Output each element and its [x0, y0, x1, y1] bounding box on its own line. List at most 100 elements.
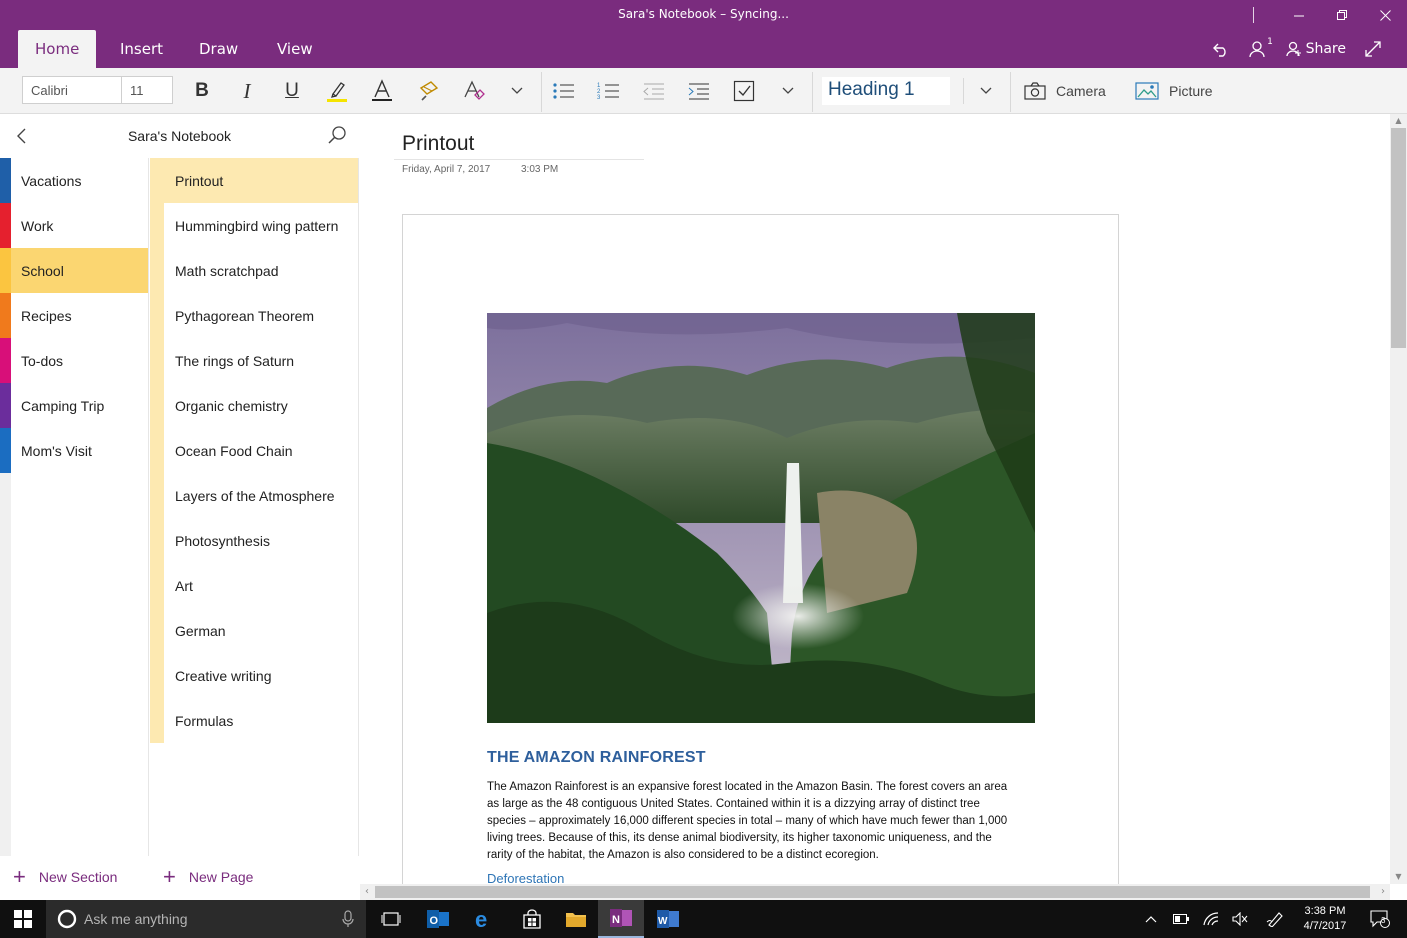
battery-button[interactable] [1166, 900, 1196, 938]
page-item-saturn[interactable]: The rings of Saturn [150, 338, 358, 383]
format-painter-button[interactable] [412, 76, 446, 106]
clear-formatting-button[interactable] [457, 76, 491, 106]
highlight-button[interactable] [320, 76, 354, 106]
pen-workspace-button[interactable] [1260, 900, 1290, 938]
svg-text:W: W [658, 916, 668, 927]
page-time: 3:03 PM [521, 164, 559, 175]
camera-button[interactable]: Camera [1024, 76, 1114, 106]
page-item-math-scratchpad[interactable]: Math scratchpad [150, 248, 358, 293]
page-item-hummingbird[interactable]: Hummingbird wing pattern [150, 203, 358, 248]
increase-indent-button[interactable] [682, 76, 716, 106]
page-canvas[interactable]: Printout Friday, April 7, 2017 3:03 PM T… [360, 114, 1390, 884]
section-item-camping-trip[interactable]: Camping Trip [0, 383, 148, 428]
scroll-down-arrow-icon[interactable]: ▼ [1390, 870, 1407, 884]
todo-tag-button[interactable] [727, 76, 761, 106]
tab-insert[interactable]: Insert [103, 30, 180, 68]
scroll-up-arrow-icon[interactable]: ▲ [1390, 114, 1407, 128]
deforestation-link[interactable]: Deforestation [487, 871, 564, 884]
fullscreen-button[interactable] [1358, 30, 1388, 68]
wifi-button[interactable] [1196, 900, 1226, 938]
folder-icon [566, 913, 586, 927]
decrease-indent-button[interactable] [637, 76, 671, 106]
show-hidden-icons-button[interactable] [1136, 900, 1166, 938]
bullets-button[interactable] [547, 76, 581, 106]
section-label: Vacations [21, 172, 82, 189]
section-item-vacations[interactable]: Vacations [0, 158, 148, 203]
underline-button[interactable]: U [275, 76, 309, 106]
word-taskbar-button[interactable]: W [645, 900, 691, 938]
section-item-recipes[interactable]: Recipes [0, 293, 148, 338]
notebook-name[interactable]: Sara's Notebook [0, 128, 359, 144]
start-button[interactable] [0, 900, 46, 938]
file-explorer-taskbar-button[interactable] [553, 900, 599, 938]
page-item-printout[interactable]: Printout [150, 158, 358, 203]
onenote-taskbar-button[interactable]: N [598, 900, 644, 938]
horizontal-scroll-thumb[interactable] [375, 886, 1370, 898]
edge-taskbar-button[interactable]: e [461, 900, 507, 938]
printout-document[interactable]: THE AMAZON RAINFOREST The Amazon Rainfor… [402, 214, 1119, 884]
battery-icon [1173, 914, 1189, 924]
section-item-moms-visit[interactable]: Mom's Visit [0, 428, 148, 473]
share-button[interactable]: Share [1286, 30, 1346, 68]
style-selector[interactable]: Heading 1 [822, 77, 950, 105]
section-item-todos[interactable]: To-dos [0, 338, 148, 383]
chevron-down-icon [511, 87, 523, 94]
vertical-scroll-thumb[interactable] [1391, 128, 1406, 348]
section-color-tab [0, 203, 11, 248]
new-section-button[interactable]: + New Section [13, 858, 117, 896]
vertical-scrollbar[interactable]: ▲ ▼ [1390, 114, 1407, 884]
document-body: The Amazon Rainforest is an expansive fo… [487, 781, 1008, 861]
font-name-field[interactable]: Calibri [22, 76, 122, 104]
windows-logo-icon [14, 910, 32, 928]
tab-home[interactable]: Home [18, 30, 97, 68]
close-button[interactable] [1363, 0, 1407, 30]
section-label: Camping Trip [21, 397, 105, 414]
bold-button[interactable]: B [185, 76, 219, 106]
people-button[interactable]: 1 [1244, 30, 1278, 68]
task-view-button[interactable] [368, 900, 414, 938]
scroll-right-arrow-icon[interactable]: › [1376, 884, 1390, 900]
section-item-work[interactable]: Work [0, 203, 148, 248]
tab-view[interactable]: View [260, 30, 330, 68]
volume-button[interactable] [1225, 900, 1255, 938]
page-item-ocean-food-chain[interactable]: Ocean Food Chain [150, 428, 358, 473]
microphone-icon[interactable] [342, 910, 354, 928]
styles-dropdown-button[interactable] [969, 76, 1003, 106]
tab-draw[interactable]: Draw [182, 30, 255, 68]
page-item-photosynthesis[interactable]: Photosynthesis [150, 518, 358, 563]
minimize-button[interactable] [1277, 0, 1321, 30]
svg-text:N: N [612, 914, 620, 926]
font-more-button[interactable] [500, 76, 534, 106]
search-button[interactable] [326, 125, 348, 147]
page-item-formulas[interactable]: Formulas [150, 698, 358, 743]
page-item-pythagorean[interactable]: Pythagorean Theorem [150, 293, 358, 338]
horizontal-scrollbar[interactable]: ‹ › [360, 884, 1390, 900]
numbering-button[interactable]: 123 [592, 76, 626, 106]
section-label: Recipes [21, 307, 72, 324]
store-taskbar-button[interactable] [509, 900, 555, 938]
restore-button[interactable] [1320, 0, 1364, 30]
cortana-search-box[interactable]: Ask me anything [46, 900, 366, 938]
font-color-button[interactable] [365, 76, 399, 106]
page-title[interactable]: Printout [402, 132, 474, 156]
edge-icon: e [475, 908, 487, 930]
page-item-atmosphere[interactable]: Layers of the Atmosphere [150, 473, 358, 518]
page-item-creative-writing[interactable]: Creative writing [150, 653, 358, 698]
section-label: To-dos [21, 352, 64, 369]
paragraph-more-button[interactable] [771, 76, 805, 106]
new-page-button[interactable]: + New Page [163, 858, 253, 896]
scroll-left-arrow-icon[interactable]: ‹ [360, 884, 374, 900]
undo-button[interactable] [1206, 30, 1236, 68]
toolbar-divider [1010, 72, 1011, 112]
section-item-school[interactable]: School [0, 248, 148, 293]
page-item-art[interactable]: Art [150, 563, 358, 608]
action-center-button[interactable]: 3 [1364, 900, 1396, 938]
outlook-taskbar-button[interactable]: O [415, 900, 461, 938]
task-view-icon [381, 912, 401, 926]
system-clock[interactable]: 3:38 PM 4/7/2017 [1292, 904, 1358, 934]
font-size-field[interactable]: 11 [121, 76, 173, 104]
page-item-german[interactable]: German [150, 608, 358, 653]
picture-button[interactable]: Picture [1135, 76, 1225, 106]
italic-button[interactable]: I [230, 76, 264, 106]
page-item-organic-chemistry[interactable]: Organic chemistry [150, 383, 358, 428]
